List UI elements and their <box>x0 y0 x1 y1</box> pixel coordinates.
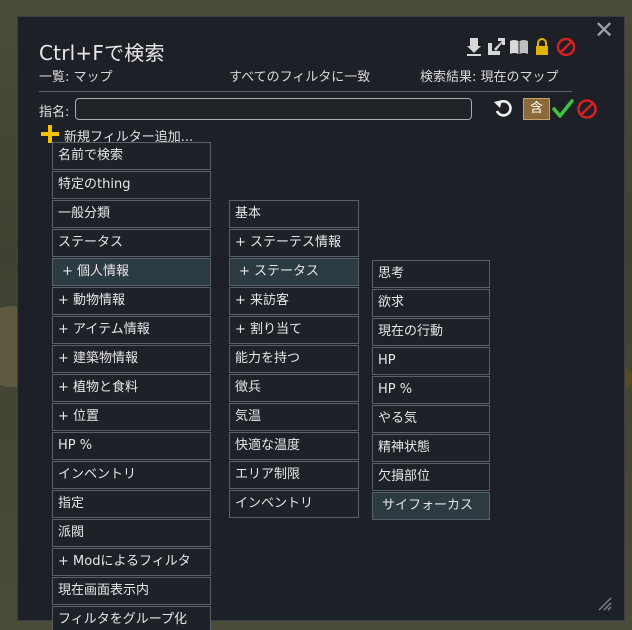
menu-item-level1-15[interactable]: 現在画面表示内 <box>52 577 211 605</box>
header-divider <box>39 91 572 92</box>
menu-item-level2-7[interactable]: 気温 <box>229 403 359 431</box>
undo-icon[interactable] <box>493 98 515 120</box>
menu-item-level1-7[interactable]: + 建築物情報 <box>52 345 211 373</box>
menu-item-level2-1[interactable]: + ステーテス情報 <box>229 229 359 257</box>
match-mode-toggle[interactable]: すべてのフィルタに一致 <box>229 66 370 85</box>
close-button[interactable]: ✕ <box>593 16 615 44</box>
close-icon: ✕ <box>593 16 615 44</box>
add-plus-icon[interactable] <box>40 124 60 144</box>
menu-item-level2-9[interactable]: エリア制限 <box>229 461 359 489</box>
menu-item-level1-11[interactable]: インベントリ <box>52 461 211 489</box>
list-label: 一覧: マップ <box>39 70 113 85</box>
menu-item-level3-1[interactable]: 欲求 <box>372 289 490 317</box>
download-icon[interactable] <box>464 37 484 57</box>
name-input[interactable] <box>75 98 472 120</box>
menu-item-level1-1[interactable]: 特定のthing <box>52 171 211 199</box>
menu-item-level1-13[interactable]: 派閥 <box>52 519 211 547</box>
lock-icon[interactable] <box>532 37 552 57</box>
menu-item-level1-9[interactable]: + 位置 <box>52 403 211 431</box>
menu-item-level3-0[interactable]: 思考 <box>372 260 490 288</box>
menu-item-level2-5[interactable]: 能力を持つ <box>229 345 359 373</box>
forbid-icon[interactable] <box>556 37 576 57</box>
dialog-title: Ctrl+Fで検索 <box>39 41 165 65</box>
menu-item-level3-2[interactable]: 現在の行動 <box>372 318 490 346</box>
menu-item-level2-2[interactable]: + ステータス <box>229 258 359 286</box>
confirm-check-icon[interactable] <box>552 98 574 120</box>
include-toggle-button[interactable]: 含 <box>523 98 550 120</box>
menu-item-level1-12[interactable]: 指定 <box>52 490 211 518</box>
menu-item-level3-4[interactable]: HP % <box>372 376 490 404</box>
menu-item-level1-2[interactable]: 一般分類 <box>52 200 211 228</box>
menu-item-level3-8[interactable]: サイフォーカス <box>372 492 490 520</box>
menu-item-level3-7[interactable]: 欠損部位 <box>372 463 490 491</box>
menu-item-level1-3[interactable]: ステータス <box>52 229 211 257</box>
menu-item-level1-16[interactable]: フィルタをグループ化 <box>52 606 211 630</box>
menu-item-level2-0[interactable]: 基本 <box>229 200 359 228</box>
menu-item-level1-4[interactable]: + 個人情報 <box>52 258 211 286</box>
menu-item-level2-10[interactable]: インベントリ <box>229 490 359 518</box>
resize-grip-icon[interactable] <box>596 595 612 611</box>
book-icon[interactable] <box>509 37 529 57</box>
menu-item-level1-0[interactable]: 名前で検索 <box>52 142 211 170</box>
result-scope-toggle[interactable]: 検索結果: 現在のマップ <box>420 66 559 85</box>
menu-item-level1-10[interactable]: HP % <box>52 432 211 460</box>
menu-item-level1-6[interactable]: + アイテム情報 <box>52 316 211 344</box>
export-icon[interactable] <box>486 37 506 57</box>
menu-item-level2-6[interactable]: 徴兵 <box>229 374 359 402</box>
menu-item-level1-14[interactable]: + Modによるフィルタ <box>52 548 211 576</box>
include-toggle-label: 含 <box>529 101 543 116</box>
menu-item-level1-5[interactable]: + 動物情報 <box>52 287 211 315</box>
menu-item-level2-8[interactable]: 快適な温度 <box>229 432 359 460</box>
menu-item-level3-3[interactable]: HP <box>372 347 490 375</box>
menu-item-level2-4[interactable]: + 割り当て <box>229 316 359 344</box>
menu-item-level2-3[interactable]: + 来訪客 <box>229 287 359 315</box>
cancel-forbid-icon[interactable] <box>576 98 598 120</box>
menu-item-level3-5[interactable]: やる気 <box>372 405 490 433</box>
menu-item-level3-6[interactable]: 精神状態 <box>372 434 490 462</box>
menu-item-level1-8[interactable]: + 植物と食料 <box>52 374 211 402</box>
name-label: 指名: <box>39 105 70 120</box>
